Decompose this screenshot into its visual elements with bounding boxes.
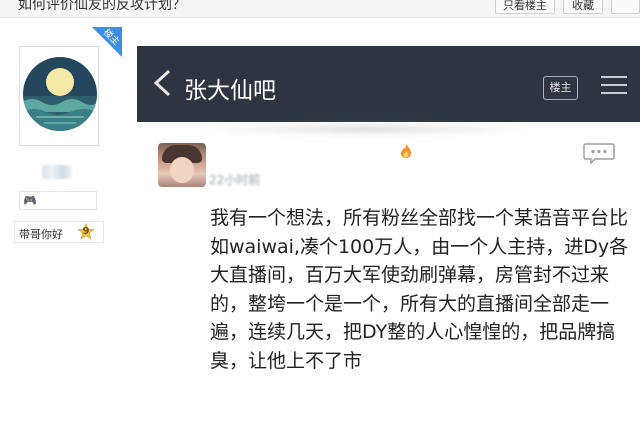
more-button[interactable] xyxy=(611,0,640,14)
page-root: 如何评价仙友的反攻计划？ 只看楼主 收藏 楼主 🎮 带哥你好 9 张大仙吧 楼主… xyxy=(0,0,640,439)
username-blurred[interactable] xyxy=(42,165,72,179)
flame-icon xyxy=(401,144,411,158)
more-dots-icon[interactable] xyxy=(583,142,615,164)
blurred-strip xyxy=(202,125,532,133)
level-number: 9 xyxy=(82,226,90,237)
back-chevron-icon[interactable] xyxy=(151,68,175,98)
menu-icon[interactable] xyxy=(601,74,627,96)
level-row[interactable]: 带哥你好 9 xyxy=(14,221,104,243)
favorite-button[interactable]: 收藏 xyxy=(563,0,603,14)
embedded-screenshot: 张大仙吧 楼主 22小时前 我有一个想法，所有粉丝全部找一个某语音平台比如wai… xyxy=(137,46,640,439)
avatar-face xyxy=(170,157,194,183)
post-title: 如何评价仙友的反攻计划？ xyxy=(18,0,186,13)
level-name: 带哥你好 xyxy=(19,228,63,241)
author-panel: 楼主 🎮 带哥你好 9 xyxy=(0,19,122,439)
level-badge: 9 xyxy=(77,222,95,241)
title-bar: 如何评价仙友的反攻计划？ 只看楼主 收藏 xyxy=(0,0,640,18)
lz-button[interactable]: 楼主 xyxy=(543,76,578,100)
author-avatar[interactable] xyxy=(19,46,99,146)
poster-avatar[interactable] xyxy=(158,143,206,187)
moon-lake-avatar-icon xyxy=(23,57,97,131)
post-content: 我有一个想法，所有粉丝全部找一个某语音平台比如waiwai,凑个100万人，由一… xyxy=(210,207,629,372)
badge-row[interactable]: 🎮 xyxy=(19,191,97,210)
gamepad-icon: 🎮 xyxy=(23,194,37,207)
forum-header: 张大仙吧 楼主 xyxy=(137,46,640,122)
post-meta: 22小时前 xyxy=(209,173,261,187)
post-body: 22小时前 我有一个想法，所有粉丝全部找一个某语音平台比如waiwai,凑个10… xyxy=(137,122,640,439)
author-corner-badge: 楼主 xyxy=(92,27,122,57)
forum-name: 张大仙吧 xyxy=(184,78,276,104)
only-author-button[interactable]: 只看楼主 xyxy=(495,0,555,14)
